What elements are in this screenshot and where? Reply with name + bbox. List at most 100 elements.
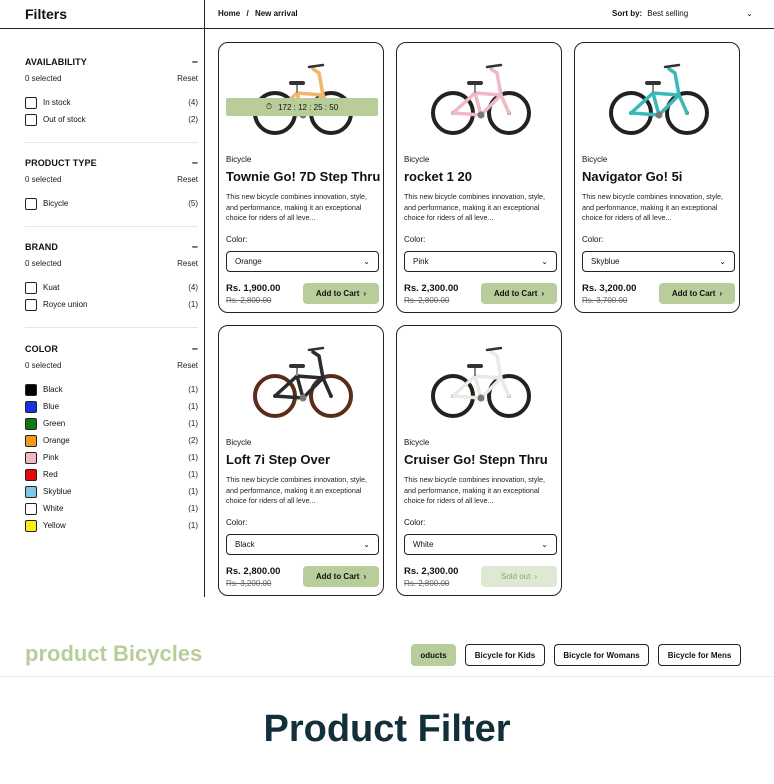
color-select[interactable]: Black ⌄ xyxy=(226,534,379,555)
option-label: Blue xyxy=(43,402,60,411)
reset-link[interactable]: Reset xyxy=(177,361,198,371)
color-swatch-checkbox[interactable] xyxy=(25,451,37,464)
filter-option-color[interactable]: Red (1) xyxy=(25,466,198,483)
product-image[interactable] xyxy=(397,326,561,431)
product-name[interactable]: Townie Go! 7D Step Thru xyxy=(226,169,380,184)
product-card[interactable]: Bicycle rocket 1 20 This new bicycle combi… xyxy=(396,42,562,313)
product-image[interactable] xyxy=(575,43,739,148)
button-label: Add to Cart xyxy=(493,289,538,298)
collapse-toggle[interactable]: – xyxy=(192,242,198,253)
product-price: Rs. 2,300.00 xyxy=(404,566,459,577)
color-label: Color: xyxy=(582,235,604,244)
color-select[interactable]: Orange ⌄ xyxy=(226,251,379,272)
chevron-right-icon: › xyxy=(363,289,367,298)
checkbox[interactable] xyxy=(25,298,37,311)
option-label: Yellow xyxy=(43,521,66,530)
filter-group-product-type: PRODUCT TYPE – 0 selected Reset Bicycle … xyxy=(25,156,198,212)
color-swatch-checkbox[interactable] xyxy=(25,485,37,498)
product-card[interactable]: Bicycle Loft 7i Step Over This new bicycle… xyxy=(218,325,384,596)
reset-link[interactable]: Reset xyxy=(177,74,198,84)
filter-option-out-of-stock[interactable]: Out of stock (2) xyxy=(25,111,198,128)
option-label: Orange xyxy=(43,436,70,445)
product-description: This new bicycle combines innovation, st… xyxy=(226,475,368,505)
sort-dropdown[interactable]: Sort by: Best selling ⌄ xyxy=(612,9,753,18)
product-image[interactable] xyxy=(397,43,561,148)
option-count: (1) xyxy=(188,521,198,530)
reset-link[interactable]: Reset xyxy=(177,259,198,269)
color-swatch-checkbox[interactable] xyxy=(25,519,37,532)
checkbox[interactable] xyxy=(25,113,37,126)
option-count: (1) xyxy=(188,402,198,411)
collapse-toggle[interactable]: – xyxy=(192,57,198,68)
product-image[interactable] xyxy=(219,43,383,148)
filter-group-title: AVAILABILITY xyxy=(25,57,87,67)
product-price: Rs. 1,900.00 xyxy=(226,283,281,294)
breadcrumb-separator: / xyxy=(246,9,249,18)
button-label: Add to Cart xyxy=(315,289,360,298)
add-to-cart-button[interactable]: Add to Cart › xyxy=(659,283,735,304)
product-name[interactable]: Loft 7i Step Over xyxy=(226,452,330,467)
filter-option-color[interactable]: Skyblue (1) xyxy=(25,483,198,500)
product-price: Rs. 2,800.00 xyxy=(226,566,281,577)
color-select-value: Orange xyxy=(235,257,262,266)
sold-out-button[interactable]: Sold out › xyxy=(481,566,557,587)
product-old-price: Rs. 2,800.00 xyxy=(226,296,272,305)
filter-option-color[interactable]: Black (1) xyxy=(25,381,198,398)
add-to-cart-button[interactable]: Add to Cart › xyxy=(303,283,379,304)
color-swatch-checkbox[interactable] xyxy=(25,383,37,396)
tab-bicycle-for-kids[interactable]: Bicycle for Kids xyxy=(465,644,545,666)
add-to-cart-button[interactable]: Add to Cart › xyxy=(303,566,379,587)
filter-option-color[interactable]: Green (1) xyxy=(25,415,198,432)
product-category: Bicycle xyxy=(404,438,430,447)
tab-bicycle-for-womans[interactable]: Bicycle for Womans xyxy=(554,644,649,666)
sort-value: Best selling xyxy=(647,9,689,18)
color-swatch-checkbox[interactable] xyxy=(25,417,37,430)
color-select[interactable]: Pink ⌄ xyxy=(404,251,557,272)
checkbox[interactable] xyxy=(25,197,37,210)
product-category: Bicycle xyxy=(582,155,608,164)
selected-count: 0 selected xyxy=(25,175,62,184)
tab-products[interactable]: oducts xyxy=(411,644,456,666)
checkbox[interactable] xyxy=(25,96,37,109)
color-swatch-checkbox[interactable] xyxy=(25,468,37,481)
product-image[interactable] xyxy=(219,326,383,431)
checkbox[interactable] xyxy=(25,281,37,294)
filter-option-in-stock[interactable]: In stock (4) xyxy=(25,94,198,111)
color-swatch-checkbox[interactable] xyxy=(25,434,37,447)
filters-sidebar: Filters AVAILABILITY – 0 selected Reset … xyxy=(0,0,205,597)
chevron-down-icon: ⌄ xyxy=(541,257,548,266)
color-select[interactable]: White ⌄ xyxy=(404,534,557,555)
filter-group-color: COLOR – 0 selected Reset Black (1) Blue (1)… xyxy=(25,342,198,534)
breadcrumb-current: New arrival xyxy=(254,9,298,18)
product-card[interactable]: Bicycle Navigator Go! 5i This new bicycle … xyxy=(574,42,740,313)
product-old-price: Rs. 3,700.00 xyxy=(582,296,628,305)
filter-option-royce-union[interactable]: Royce union (1) xyxy=(25,296,198,313)
collapse-toggle[interactable]: – xyxy=(192,158,198,169)
divider xyxy=(25,226,198,227)
option-count: (2) xyxy=(188,115,198,124)
product-card[interactable]: Bicycle Cruiser Go! Stepn Thru This new bi… xyxy=(396,325,562,596)
color-swatch-checkbox[interactable] xyxy=(25,502,37,515)
tab-bicycle-for-mens[interactable]: Bicycle for Mens xyxy=(658,644,741,666)
add-to-cart-button[interactable]: Add to Cart › xyxy=(481,283,557,304)
filter-option-color[interactable]: Blue (1) xyxy=(25,398,198,415)
breadcrumb-home[interactable]: Home xyxy=(218,9,240,18)
option-count: (5) xyxy=(188,199,198,208)
filter-option-color[interactable]: Yellow (1) xyxy=(25,517,198,534)
reset-link[interactable]: Reset xyxy=(177,175,198,185)
product-card[interactable]: ⏱ 172 : 12 : 25 : 50 Bicycle Townie Go! 7D … xyxy=(218,42,384,313)
product-name[interactable]: rocket 1 20 xyxy=(404,169,472,184)
filter-option-kuat[interactable]: Kuat (4) xyxy=(25,279,198,296)
option-label: Bicycle xyxy=(43,199,69,208)
filter-option-color[interactable]: Orange (2) xyxy=(25,432,198,449)
filter-option-bicycle[interactable]: Bicycle (5) xyxy=(25,195,198,212)
filter-option-color[interactable]: Pink (1) xyxy=(25,449,198,466)
product-name[interactable]: Cruiser Go! Stepn Thru xyxy=(404,452,548,467)
filter-option-color[interactable]: White (1) xyxy=(25,500,198,517)
divider xyxy=(25,142,198,143)
breadcrumb: Home / New arrival xyxy=(218,9,302,18)
color-select[interactable]: Skyblue ⌄ xyxy=(582,251,735,272)
collapse-toggle[interactable]: – xyxy=(192,344,198,355)
product-name[interactable]: Navigator Go! 5i xyxy=(582,169,682,184)
color-swatch-checkbox[interactable] xyxy=(25,400,37,413)
